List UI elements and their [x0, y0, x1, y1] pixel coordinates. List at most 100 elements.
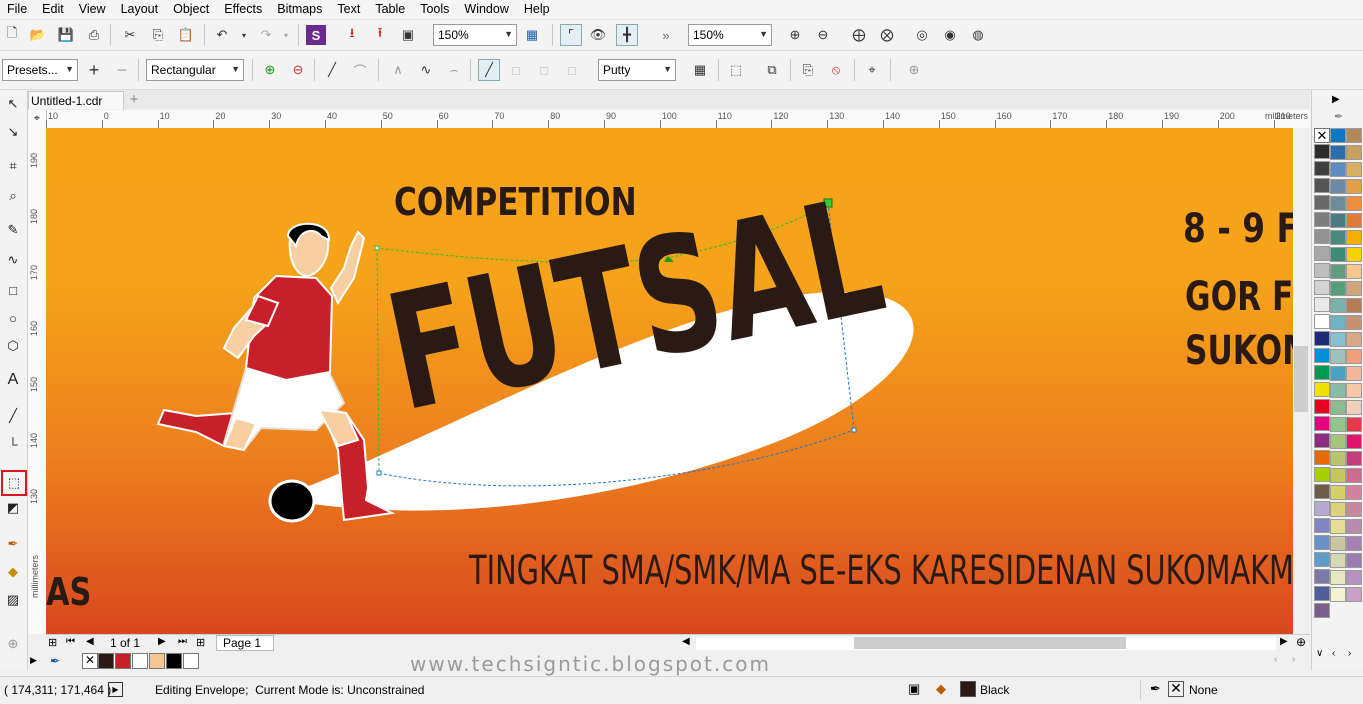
palette-swatch[interactable]	[1346, 213, 1362, 228]
remove-preset-icon[interactable]: −	[112, 60, 132, 80]
menu-edit[interactable]: Edit	[35, 0, 72, 19]
search-content-icon[interactable]: S	[306, 25, 326, 45]
palette-swatch[interactable]	[1314, 501, 1330, 516]
palette-swatch[interactable]	[1346, 366, 1362, 381]
palette-swatch[interactable]	[1346, 332, 1362, 347]
palette-swatch[interactable]	[1330, 400, 1346, 415]
mapping-mode-combo[interactable]: Rectangular ▼	[146, 59, 244, 81]
add-toolbar-item-icon[interactable]: ⊕	[904, 60, 924, 80]
create-envelope-from-icon[interactable]: ⧉	[762, 60, 782, 80]
symmetrical-node-icon[interactable]: ⌢	[444, 60, 464, 80]
next-page-icon[interactable]: ▶	[158, 636, 166, 647]
palette-swatch[interactable]	[1314, 586, 1330, 601]
palette-swatch[interactable]	[1314, 382, 1330, 397]
menu-view[interactable]: View	[72, 0, 114, 19]
menu-layout[interactable]: Layout	[114, 0, 167, 19]
keep-lines-icon[interactable]: ▦	[690, 60, 710, 80]
convert-to-curve-icon[interactable]: ⌒	[350, 60, 370, 80]
palette-eyedropper-icon[interactable]: ✒	[1334, 110, 1343, 123]
palette-scroll-right-icon[interactable]: ▶	[1332, 94, 1340, 105]
doc-swatch-red[interactable]	[115, 653, 131, 669]
doc-swatch-white-2[interactable]	[183, 653, 199, 669]
palette-swatch[interactable]	[1346, 196, 1362, 211]
zoom-page-height-icon[interactable]: ◍	[968, 25, 988, 45]
cusp-node-icon[interactable]: ∧	[388, 60, 408, 80]
doc-swatch-white[interactable]	[132, 653, 148, 669]
fill-color-swatch[interactable]	[960, 681, 976, 697]
add-page-after-icon[interactable]: ⊞	[196, 636, 205, 649]
undo-icon[interactable]: ↶	[212, 25, 232, 45]
page-tab[interactable]: Page 1	[216, 635, 274, 651]
document-palette-arrow-icon[interactable]: ▶	[30, 655, 37, 666]
artistic-media-icon[interactable]: ∿	[3, 250, 23, 270]
palette-swatch[interactable]	[1346, 417, 1362, 432]
palette-swatch[interactable]	[1346, 247, 1362, 262]
palette-scroll-right-small-icon[interactable]: ›	[1348, 648, 1351, 659]
palette-swatch[interactable]	[1314, 280, 1330, 295]
convert-to-curves-icon[interactable]: ⌖	[862, 60, 882, 80]
import-icon[interactable]: ⭳	[342, 25, 362, 45]
presets-combo[interactable]: Presets... ▼	[2, 59, 78, 81]
palette-swatch[interactable]	[1314, 331, 1330, 346]
zoom-out-icon[interactable]: ⊖	[813, 25, 833, 45]
paste-icon[interactable]: 📋	[176, 25, 196, 45]
add-tool-icon[interactable]: ⊕	[3, 634, 23, 654]
palette-swatch[interactable]	[1346, 536, 1362, 551]
palette-swatch[interactable]	[1346, 519, 1362, 534]
palette-swatch[interactable]	[1330, 179, 1346, 194]
palette-swatch[interactable]	[1346, 383, 1362, 398]
menu-help[interactable]: Help	[517, 0, 558, 19]
palette-swatch[interactable]	[1330, 536, 1346, 551]
ruler-origin-icon[interactable]: ⌖	[28, 110, 47, 128]
menu-table[interactable]: Table	[368, 0, 413, 19]
show-rulers-icon[interactable]: ⌜	[560, 24, 582, 46]
palette-swatch[interactable]	[1346, 315, 1362, 330]
horizontal-ruler[interactable]: ⌖ 10 0 10 20 30 40 50 60 70 80 90 100 110 120 130 140 15…	[28, 110, 1310, 129]
smooth-node-icon[interactable]: ∿	[416, 60, 436, 80]
envelope-mode-combo[interactable]: Putty ▼	[598, 59, 676, 81]
menu-object[interactable]: Object	[166, 0, 217, 19]
copy-icon[interactable]: ⎘	[148, 25, 168, 45]
text-tool-icon[interactable]: A	[3, 370, 23, 390]
show-guidelines-icon[interactable]: ╋	[616, 24, 638, 46]
drawing-canvas[interactable]: COMPETITION FUTSAL 8 - 9 FE GOR FUT SUKO…	[46, 128, 1293, 634]
document-palette-eyedropper-icon[interactable]: ✒	[50, 654, 60, 668]
palette-swatch[interactable]	[1346, 451, 1362, 466]
document-tab[interactable]: Untitled-1.cdr	[28, 91, 124, 109]
palette-swatch[interactable]	[1314, 399, 1330, 414]
smart-fill-icon[interactable]: ▨	[3, 590, 23, 610]
palette-swatch[interactable]	[1314, 314, 1330, 329]
palette-swatch[interactable]	[1314, 229, 1330, 244]
palette-swatch[interactable]	[1346, 570, 1362, 585]
polygon-tool-icon[interactable]: ⬡	[3, 336, 23, 356]
zoom-tool-icon[interactable]: ⌕	[3, 186, 23, 206]
palette-swatch[interactable]	[1330, 162, 1346, 177]
palette-swatch[interactable]	[1314, 552, 1330, 567]
add-new-envelope-icon[interactable]: ⬚	[726, 60, 746, 80]
palette-swatch[interactable]	[1330, 553, 1346, 568]
palette-swatch[interactable]	[1330, 247, 1346, 262]
undo-dropdown-icon[interactable]: ▾	[234, 25, 254, 45]
eyedropper-tool-icon[interactable]: ✒	[3, 534, 23, 554]
redo-dropdown-icon[interactable]: ▾	[276, 25, 296, 45]
palette-swatch[interactable]	[1314, 348, 1330, 363]
horizontal-scrollbar[interactable]	[696, 636, 1276, 650]
crop-tool-icon[interactable]: ⌗	[3, 156, 23, 176]
palette-swatch[interactable]	[1314, 484, 1330, 499]
doc-swatch-none[interactable]: ✕	[82, 653, 98, 669]
print-icon[interactable]: ⎙	[84, 25, 104, 45]
export-icon[interactable]: ⭱	[370, 25, 390, 45]
zoom-level-combo-2[interactable]: 150% ▼	[688, 24, 772, 46]
palette-swatch[interactable]	[1314, 195, 1330, 210]
palette-swatch[interactable]	[1330, 366, 1346, 381]
palette-swatch[interactable]	[1314, 433, 1330, 448]
palette-swatch[interactable]	[1314, 450, 1330, 465]
zoom-page-icon[interactable]: ◎	[912, 25, 932, 45]
palette-swatch[interactable]	[1314, 161, 1330, 176]
copy-envelope-icon[interactable]: ⎘	[798, 60, 818, 80]
outline-color-swatch[interactable]: ✕	[1168, 681, 1184, 697]
menu-file[interactable]: File	[0, 0, 35, 19]
vertical-scroll-thumb[interactable]	[1294, 346, 1308, 412]
palette-swatch[interactable]	[1330, 281, 1346, 296]
zoom-level-combo[interactable]: 150% ▼	[433, 24, 517, 46]
